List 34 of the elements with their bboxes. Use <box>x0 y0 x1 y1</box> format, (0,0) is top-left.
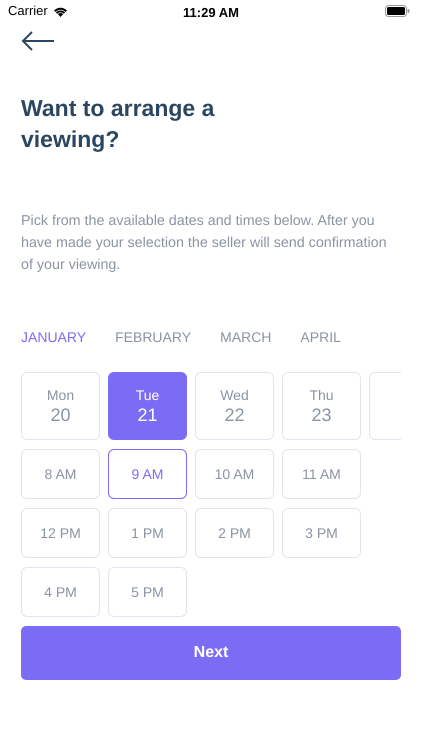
month-tab[interactable]: FEBRUARY <box>115 327 192 348</box>
date-label: 23 <box>311 404 332 426</box>
day-card[interactable]: Wed 22 <box>195 372 274 440</box>
date-label: 20 <box>50 404 71 426</box>
date-label: 21 <box>137 404 158 426</box>
month-tab[interactable]: JANUARY <box>21 327 86 348</box>
battery-icon <box>385 5 410 17</box>
description-text: Pick from the available dates and times below. After you have made your selection the seller will send confirmation of your viewing. <box>21 212 388 275</box>
weekday-label: Wed <box>220 386 249 404</box>
time-slot[interactable]: 10 AM <box>195 449 274 499</box>
back-button[interactable] <box>21 31 55 51</box>
day-card[interactable]: Thu 23 <box>282 372 361 440</box>
clock-time: 11:29 AM <box>183 4 239 22</box>
date-label: 22 <box>224 404 245 426</box>
time-slot[interactable]: 1 PM <box>108 508 187 558</box>
weekday-label: Thu <box>309 386 334 404</box>
wifi-icon <box>52 6 68 16</box>
weekday-label: Tue <box>136 386 160 404</box>
time-slot[interactable]: 9 AM <box>108 449 187 499</box>
month-tab[interactable]: MARCH <box>220 327 272 348</box>
time-slot[interactable]: 11 AM <box>282 449 361 499</box>
carrier-label: Carrier <box>8 2 48 20</box>
time-slot[interactable]: 4 PM <box>21 567 100 617</box>
page-title: Want to arrange a viewing? <box>21 94 216 154</box>
time-slot[interactable]: 5 PM <box>108 567 187 617</box>
day-card[interactable]: Mon 20 <box>21 372 100 440</box>
time-slot[interactable]: 12 PM <box>21 508 100 558</box>
time-slot[interactable]: 2 PM <box>195 508 274 558</box>
time-slot[interactable]: 3 PM <box>282 508 361 558</box>
weekday-label: Mon <box>46 386 74 404</box>
next-button[interactable]: Next <box>21 626 401 680</box>
time-slot[interactable]: 8 AM <box>21 449 100 499</box>
day-card[interactable]: Tue 21 <box>108 372 187 440</box>
month-tab[interactable]: APRIL <box>300 327 341 348</box>
